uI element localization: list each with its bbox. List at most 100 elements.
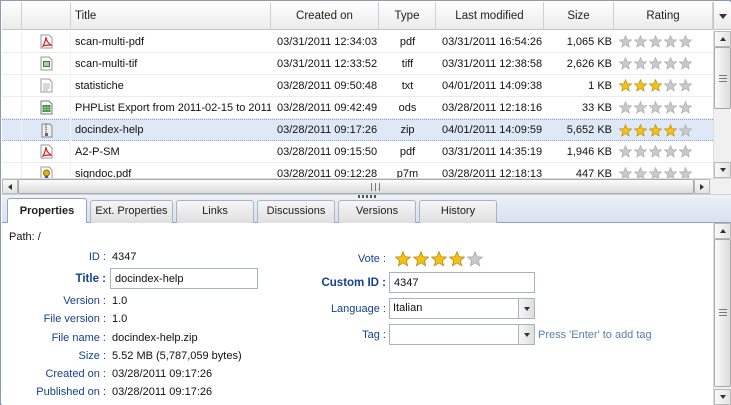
tab-links[interactable]: Links bbox=[176, 200, 254, 223]
star-icon[interactable] bbox=[634, 123, 647, 137]
star-icon[interactable] bbox=[679, 79, 692, 92]
tab-history[interactable]: History bbox=[419, 200, 497, 223]
tag-dropdown-button[interactable] bbox=[518, 325, 534, 344]
table-row[interactable]: statistiche 03/28/2011 09:50:48 txt 04/01/2… bbox=[2, 74, 713, 97]
properties-vertical-scrollbar[interactable] bbox=[713, 223, 731, 405]
table-row[interactable]: PHPList Export from 2011-02-15 to 2011- 0… bbox=[2, 96, 713, 119]
star-icon[interactable] bbox=[413, 251, 429, 267]
scroll-thumb[interactable] bbox=[714, 239, 731, 387]
star-icon[interactable] bbox=[679, 101, 692, 114]
row-select-cell[interactable] bbox=[2, 96, 22, 119]
column-header-title[interactable]: Title bbox=[71, 2, 271, 30]
star-icon[interactable] bbox=[649, 123, 662, 137]
star-icon[interactable] bbox=[649, 79, 662, 92]
title-cell[interactable]: PHPList Export from 2011-02-15 to 2011- bbox=[71, 102, 271, 114]
title-cell[interactable]: scan-multi-pdf bbox=[71, 36, 271, 48]
star-icon[interactable] bbox=[634, 145, 647, 158]
star-icon[interactable] bbox=[449, 251, 465, 267]
row-select-cell[interactable] bbox=[2, 162, 22, 178]
tab-discussions[interactable]: Discussions bbox=[257, 200, 335, 223]
rating-stars[interactable] bbox=[614, 35, 713, 48]
column-header-created-on[interactable]: Created on bbox=[271, 2, 379, 30]
star-icon[interactable] bbox=[664, 101, 677, 114]
table-row[interactable]: A2-P-SM 03/28/2011 09:15:50 pdf 03/31/2011 … bbox=[2, 140, 713, 163]
table-row[interactable]: scan-multi-tif 03/31/2011 12:33:52 tiff 03/… bbox=[2, 52, 713, 75]
star-icon[interactable] bbox=[634, 35, 647, 48]
tab-properties[interactable]: Properties bbox=[7, 198, 87, 224]
language-select[interactable]: Italian bbox=[389, 298, 535, 319]
column-header-last-modified[interactable]: Last modified bbox=[436, 2, 544, 30]
star-icon[interactable] bbox=[679, 123, 692, 137]
star-icon[interactable] bbox=[664, 123, 677, 137]
rating-stars[interactable] bbox=[614, 167, 713, 178]
star-icon[interactable] bbox=[431, 251, 447, 267]
row-select-cell[interactable] bbox=[2, 140, 22, 163]
star-icon[interactable] bbox=[619, 123, 632, 137]
title-cell[interactable]: A2-P-SM bbox=[71, 146, 271, 158]
star-icon[interactable] bbox=[619, 35, 632, 48]
row-select-cell[interactable] bbox=[2, 31, 22, 53]
star-icon[interactable] bbox=[619, 101, 632, 114]
scroll-left-button[interactable] bbox=[2, 179, 18, 194]
custom-id-field[interactable] bbox=[389, 272, 535, 293]
vote-stars[interactable] bbox=[395, 251, 485, 267]
star-icon[interactable] bbox=[467, 251, 483, 267]
star-icon[interactable] bbox=[664, 145, 677, 158]
star-icon[interactable] bbox=[634, 79, 647, 92]
scroll-right-button[interactable] bbox=[694, 179, 710, 194]
row-select-cell[interactable] bbox=[2, 52, 22, 75]
star-icon[interactable] bbox=[619, 57, 632, 70]
tag-select[interactable] bbox=[389, 324, 535, 345]
tab-ext-properties[interactable]: Ext. Properties bbox=[90, 200, 173, 223]
scroll-up-button[interactable] bbox=[714, 223, 731, 239]
title-cell[interactable]: scan-multi-tif bbox=[71, 58, 271, 70]
rating-stars[interactable] bbox=[614, 123, 713, 137]
table-row[interactable]: signdoc.pdf 03/28/2011 09:12:28 p7m 03/28/2… bbox=[2, 162, 713, 179]
column-header-select[interactable] bbox=[2, 2, 22, 30]
table-row[interactable]: scan-multi-pdf 03/31/2011 12:34:03 pdf 03/3… bbox=[2, 31, 713, 53]
star-icon[interactable] bbox=[634, 101, 647, 114]
tab-versions[interactable]: Versions bbox=[338, 200, 416, 223]
star-icon[interactable] bbox=[649, 57, 662, 70]
column-header-icon[interactable] bbox=[22, 2, 71, 30]
star-icon[interactable] bbox=[679, 167, 692, 178]
star-icon[interactable] bbox=[634, 57, 647, 70]
title-cell[interactable]: statistiche bbox=[71, 80, 271, 92]
rating-stars[interactable] bbox=[614, 79, 713, 92]
rating-stars[interactable] bbox=[614, 145, 713, 158]
row-select-cell[interactable] bbox=[2, 119, 22, 141]
title-field[interactable] bbox=[110, 268, 258, 289]
star-icon[interactable] bbox=[649, 167, 662, 178]
table-row[interactable]: docindex-help 03/28/2011 09:17:26 zip 04/01… bbox=[2, 119, 713, 141]
scroll-thumb[interactable] bbox=[18, 179, 694, 194]
star-icon[interactable] bbox=[395, 251, 411, 267]
language-dropdown-button[interactable] bbox=[518, 299, 534, 318]
grid-vertical-scrollbar[interactable] bbox=[713, 31, 731, 178]
scroll-down-button[interactable] bbox=[714, 389, 731, 405]
star-icon[interactable] bbox=[649, 101, 662, 114]
star-icon[interactable] bbox=[679, 57, 692, 70]
row-select-cell[interactable] bbox=[2, 74, 22, 97]
columns-menu-button[interactable] bbox=[713, 2, 731, 30]
column-header-type[interactable]: Type bbox=[379, 2, 436, 30]
star-icon[interactable] bbox=[649, 145, 662, 158]
star-icon[interactable] bbox=[619, 145, 632, 158]
rating-stars[interactable] bbox=[614, 101, 713, 114]
star-icon[interactable] bbox=[619, 79, 632, 92]
star-icon[interactable] bbox=[664, 57, 677, 70]
star-icon[interactable] bbox=[664, 167, 677, 178]
star-icon[interactable] bbox=[664, 35, 677, 48]
star-icon[interactable] bbox=[664, 79, 677, 92]
scroll-down-button[interactable] bbox=[714, 162, 731, 178]
grid-horizontal-scrollbar[interactable] bbox=[2, 178, 731, 194]
star-icon[interactable] bbox=[619, 167, 632, 178]
star-icon[interactable] bbox=[679, 145, 692, 158]
scroll-thumb[interactable] bbox=[714, 47, 731, 109]
column-header-rating[interactable]: Rating bbox=[614, 2, 713, 30]
title-cell[interactable]: docindex-help bbox=[71, 124, 271, 136]
star-icon[interactable] bbox=[679, 35, 692, 48]
scroll-up-button[interactable] bbox=[714, 31, 731, 47]
star-icon[interactable] bbox=[649, 35, 662, 48]
rating-stars[interactable] bbox=[614, 57, 713, 70]
title-cell[interactable]: signdoc.pdf bbox=[71, 168, 271, 179]
